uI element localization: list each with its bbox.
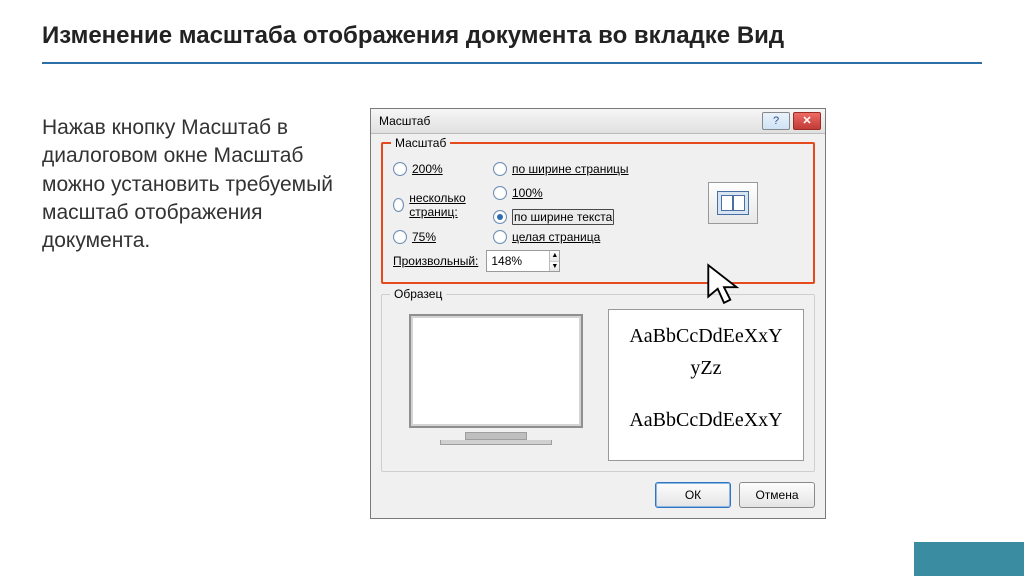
slide-body-text: Нажав кнопку Масштаб в диалоговом окне М… (42, 114, 342, 256)
sample-text-line: AaBbCcDdEeXxY (629, 320, 782, 352)
zoom-group: Масштаб 200% по ширине страницы нескольк… (381, 142, 815, 284)
zoom-option-page-width[interactable]: по ширине страницы (493, 162, 653, 176)
radio-icon (493, 162, 507, 176)
zoom-option-many-pages[interactable]: несколько страниц: (393, 191, 493, 219)
radio-icon (493, 230, 507, 244)
zoom-option-label: несколько страниц: (409, 191, 493, 219)
many-pages-picker[interactable] (708, 182, 758, 224)
decorative-block (914, 542, 1024, 576)
monitor-stand-icon (465, 432, 527, 440)
zoom-group-legend: Масштаб (391, 136, 450, 150)
custom-zoom-input[interactable] (487, 251, 549, 271)
close-button[interactable]: ✕ (793, 112, 821, 130)
many-pages-icon (717, 191, 749, 215)
zoom-option-whole-page[interactable]: целая страница (493, 230, 653, 244)
monitor-base-icon (440, 440, 552, 445)
spinner-down-icon[interactable]: ▼ (550, 262, 559, 272)
dialog-title: Масштаб (379, 114, 430, 128)
cancel-button-label: Отмена (755, 488, 798, 502)
preview-monitor (392, 309, 600, 449)
spinner-up-icon[interactable]: ▲ (550, 251, 559, 262)
zoom-option-text-width[interactable]: по ширине текста (493, 209, 653, 225)
close-icon: ✕ (802, 116, 811, 127)
zoom-option-100[interactable]: 100% (493, 186, 653, 200)
zoom-option-label: по ширине текста (512, 209, 614, 225)
ok-button[interactable]: ОК (655, 482, 731, 508)
zoom-option-label: целая страница (512, 230, 600, 244)
monitor-screen-icon (409, 314, 583, 428)
zoom-option-75[interactable]: 75% (393, 230, 493, 244)
cancel-button[interactable]: Отмена (739, 482, 815, 508)
radio-icon-checked (493, 210, 507, 224)
zoom-option-label: по ширине страницы (512, 162, 629, 176)
zoom-option-label: 75% (412, 230, 436, 244)
sample-text-line: AaBbCcDdEeXxY (629, 404, 782, 436)
dialog-titlebar[interactable]: Масштаб ? ✕ (371, 109, 825, 134)
radio-icon (493, 186, 507, 200)
custom-zoom-spinner[interactable]: ▲ ▼ (486, 250, 560, 272)
zoom-option-200[interactable]: 200% (393, 162, 493, 176)
radio-icon (393, 230, 407, 244)
help-button[interactable]: ? (762, 112, 790, 130)
preview-group-legend: Образец (390, 287, 446, 301)
title-underline (42, 62, 982, 64)
preview-group: Образец AaBbCcDdEeXxY yZz AaBbCcDdEeXxY (381, 294, 815, 472)
zoom-option-label: 200% (412, 162, 443, 176)
sample-text-line: yZz (690, 352, 721, 384)
slide-title: Изменение масштаба отображения документа… (42, 22, 784, 50)
ok-button-label: ОК (685, 488, 701, 502)
help-icon: ? (773, 116, 779, 127)
preview-sample: AaBbCcDdEeXxY yZz AaBbCcDdEeXxY (608, 309, 804, 461)
custom-zoom-label: Произвольный: (393, 254, 478, 268)
zoom-option-label: 100% (512, 186, 543, 200)
radio-icon (393, 198, 404, 212)
zoom-dialog: Масштаб ? ✕ Масштаб 200% по ширине стран… (370, 108, 826, 519)
radio-icon (393, 162, 407, 176)
